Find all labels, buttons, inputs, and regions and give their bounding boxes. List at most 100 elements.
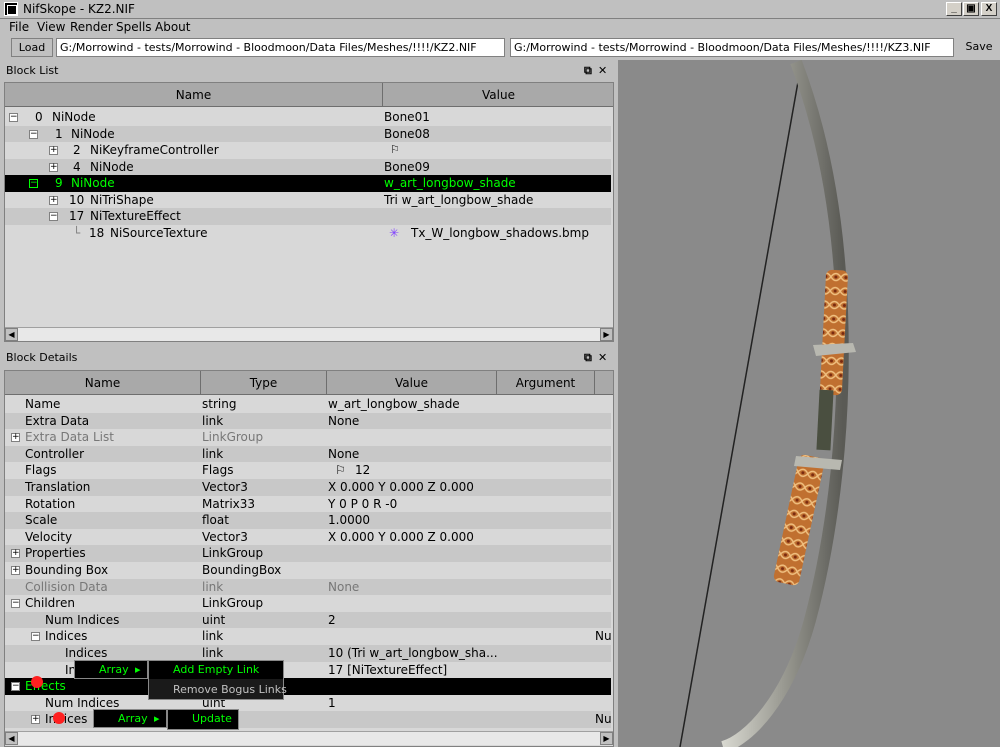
expand-icon[interactable]: +	[49, 195, 58, 205]
float-icon[interactable]: ⧉	[584, 61, 592, 81]
collapse-icon[interactable]: −	[29, 129, 38, 139]
toolbar: Load G:/Morrowind - tests/Morrowind - Bl…	[0, 37, 1000, 60]
block-value: Bone08	[384, 126, 430, 141]
collapse-icon[interactable]: −	[11, 682, 20, 692]
block-details-tree[interactable]: Name Type Value Argument Name string w_art…	[4, 370, 614, 747]
close-button[interactable]: X	[981, 2, 997, 16]
load-button[interactable]: Load	[11, 38, 53, 57]
remove-bogus-links-menu-item[interactable]: Remove Bogus Links	[149, 681, 287, 699]
minimize-button[interactable]: _	[946, 2, 962, 16]
save-button[interactable]: Save	[962, 38, 996, 57]
expand-icon[interactable]: +	[11, 433, 20, 443]
expand-icon[interactable]: +	[11, 566, 20, 575]
menu-about[interactable]: About	[155, 20, 190, 34]
detail-row[interactable]: Velocity Vector3 X 0.000 Y 0.000 Z 0.000	[5, 529, 611, 546]
column-header-value[interactable]: Value	[327, 371, 497, 395]
detail-name: Controller	[25, 446, 85, 461]
column-header-type[interactable]: Type	[201, 371, 327, 395]
restore-button[interactable]: ▣	[963, 2, 979, 16]
collapse-icon[interactable]: −	[9, 113, 18, 122]
context-menu-array[interactable]: Array ▸	[93, 709, 167, 728]
menu-spells[interactable]: Spells	[116, 20, 152, 34]
detail-value: None	[328, 413, 360, 428]
block-name: NiNode	[71, 176, 115, 190]
detail-value: Y 0 P 0 R -0	[328, 496, 398, 511]
collapse-icon[interactable]: −	[31, 632, 40, 642]
horizontal-scrollbar[interactable]: ◀ ▶	[5, 731, 613, 745]
tree-row[interactable]: − 0 NiNode Bone01	[5, 109, 611, 126]
collapse-icon[interactable]: −	[11, 599, 20, 609]
tree-row[interactable]: − 17 NiTextureEffect	[5, 208, 611, 225]
detail-row[interactable]: Translation Vector3 X 0.000 Y 0.000 Z 0.00…	[5, 479, 611, 496]
block-name: NiNode	[71, 126, 115, 141]
detail-row[interactable]: + Bounding Box BoundingBox	[5, 562, 611, 579]
context-menu-item-array[interactable]: Array	[118, 710, 148, 728]
detail-row[interactable]: + Properties LinkGroup	[5, 545, 611, 562]
detail-row[interactable]: Rotation Matrix33 Y 0 P 0 R -0	[5, 496, 611, 513]
block-index: 4	[73, 159, 81, 174]
column-header-value[interactable]: Value	[383, 83, 613, 107]
detail-row[interactable]: − Children LinkGroup	[5, 595, 611, 612]
detail-row[interactable]: Collision Data link None	[5, 578, 611, 596]
detail-row[interactable]: − Effects	[5, 678, 611, 695]
column-header-name[interactable]: Name	[5, 371, 201, 395]
menu-view[interactable]: View	[37, 20, 65, 34]
detail-type: uint	[202, 612, 226, 627]
expand-icon[interactable]: +	[49, 146, 58, 155]
detail-value: 17 [NiTextureEffect]	[328, 662, 448, 677]
tree-row[interactable]: + 2 NiKeyframeController ⚐	[5, 142, 611, 159]
column-header-name[interactable]: Name	[5, 83, 383, 107]
detail-argument: Nu	[595, 629, 612, 644]
flag-icon: ⚐	[390, 143, 400, 156]
scroll-right-icon[interactable]: ▶	[600, 732, 613, 745]
detail-row[interactable]: + Extra Data List LinkGroup	[5, 429, 611, 446]
tree-row[interactable]: + 4 NiNode Bone09	[5, 158, 611, 175]
menu-file[interactable]: File	[9, 20, 29, 34]
block-index: 18	[89, 225, 105, 240]
detail-name: Rotation	[25, 496, 76, 511]
detail-name: Num Indices	[45, 612, 120, 627]
context-menu-array[interactable]: Array ▸	[74, 660, 148, 679]
scroll-right-icon[interactable]: ▶	[600, 328, 613, 341]
load-path-input[interactable]: G:/Morrowind - tests/Morrowind - Bloodmo…	[56, 38, 505, 57]
scroll-left-icon[interactable]: ◀	[5, 328, 18, 341]
detail-row[interactable]: Controller link None	[5, 445, 611, 463]
column-header-argument[interactable]: Argument	[497, 371, 595, 395]
detail-row[interactable]: Flags Flags ⚐ 12	[5, 462, 611, 479]
expand-icon[interactable]: +	[31, 715, 40, 725]
menu-render[interactable]: Render	[70, 20, 113, 34]
scroll-left-icon[interactable]: ◀	[5, 732, 18, 745]
window-titlebar: NifSkope - KZ2.NIF _ ▣ X	[0, 0, 1000, 19]
detail-type: Vector3	[202, 529, 248, 544]
update-menu-item[interactable]: Update	[168, 710, 238, 728]
save-path-input[interactable]: G:/Morrowind - tests/Morrowind - Bloodmo…	[510, 38, 954, 57]
menu-bar: File View Render Spells About	[0, 19, 1000, 37]
tree-row[interactable]: + 10 NiTriShape Tri w_art_longbow_shade	[5, 192, 611, 209]
horizontal-scrollbar[interactable]: ◀ ▶	[5, 327, 613, 341]
context-menu-item-array[interactable]: Array	[99, 661, 129, 679]
float-icon[interactable]: ⧉	[584, 348, 592, 368]
block-value: Bone09	[384, 159, 430, 174]
tree-row[interactable]: └ 18 NiSourceTexture ✳ Tx_W_longbow_shad…	[5, 225, 611, 242]
tree-row-selected[interactable]: − 9 NiNode w_art_longbow_shade	[5, 175, 611, 192]
detail-name: Indices	[65, 646, 108, 660]
close-icon[interactable]: ✕	[598, 348, 607, 368]
block-list-tree[interactable]: Name Value − 0 NiNode Bone01 − 1 NiNode …	[4, 82, 614, 342]
close-icon[interactable]: ✕	[598, 61, 607, 81]
block-index: 10	[69, 192, 85, 207]
detail-row[interactable]: Name string w_art_longbow_shade	[5, 396, 611, 413]
tree-row[interactable]: − 1 NiNode Bone08	[5, 125, 611, 142]
detail-name: Velocity	[25, 529, 73, 544]
expand-icon[interactable]: +	[49, 162, 58, 172]
collapse-icon[interactable]: −	[29, 179, 38, 188]
render-viewport[interactable]	[618, 59, 1000, 747]
collapse-icon[interactable]: −	[49, 212, 58, 221]
add-empty-link-menu-item[interactable]: Add Empty Link	[149, 661, 283, 679]
expand-icon[interactable]: +	[11, 549, 20, 559]
detail-row[interactable]: Scale float 1.0000	[5, 512, 611, 529]
flag-icon: ⚐	[335, 463, 346, 478]
detail-row[interactable]: Extra Data link None	[5, 412, 611, 430]
detail-row[interactable]: − Indices link Nu	[5, 628, 612, 645]
detail-name: Translation	[25, 480, 91, 494]
detail-row[interactable]: Num Indices uint 2	[5, 611, 611, 629]
